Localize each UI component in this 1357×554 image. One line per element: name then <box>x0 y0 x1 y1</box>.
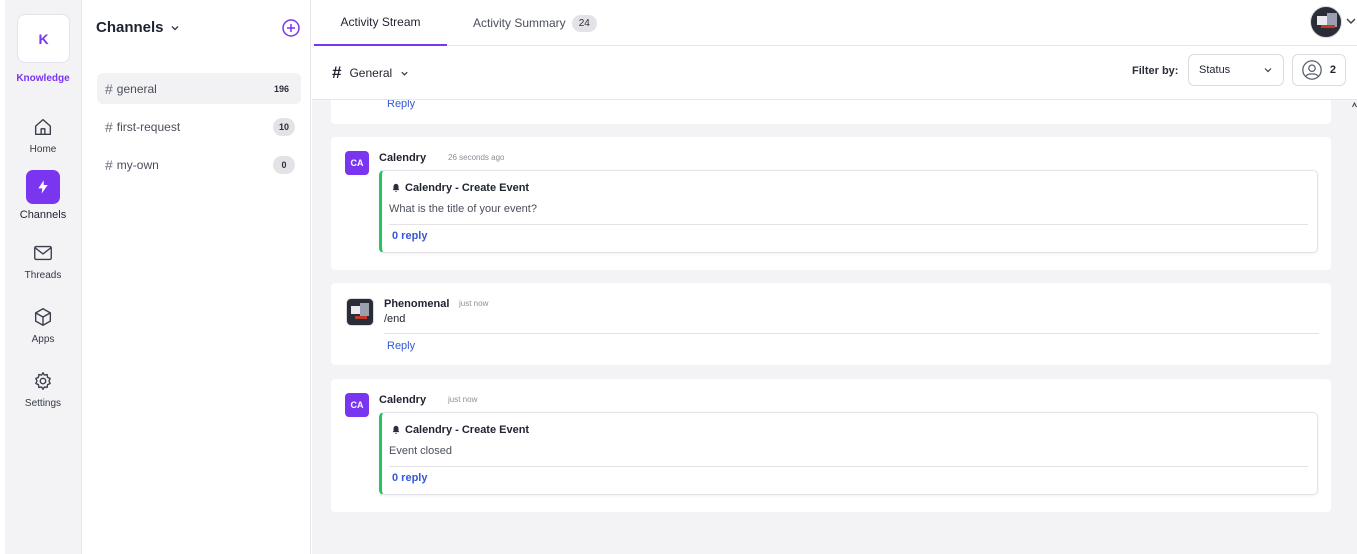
event-card-title: Calendry - Create Event <box>405 182 530 194</box>
app-avatar: CA <box>345 393 369 417</box>
message-card: Reply <box>331 100 1331 124</box>
rail-label-settings: Settings <box>24 398 62 409</box>
reply-count-link[interactable]: 0 reply <box>392 230 427 242</box>
message-timestamp: just now <box>448 395 478 404</box>
rail-label-apps: Apps <box>31 334 55 345</box>
main-content: Activity Stream Activity Summary 24 # Ge… <box>312 0 1357 554</box>
rail-label-threads: Threads <box>24 270 62 281</box>
workspace-name: Knowledge <box>16 73 70 84</box>
app-window: K Knowledge Home Channels Threads Apps S… <box>0 0 1357 554</box>
channel-name: general <box>116 81 157 96</box>
rail-item-apps[interactable]: Apps <box>5 306 81 345</box>
bell-icon <box>392 183 400 192</box>
channels-active-indicator <box>26 170 60 204</box>
app-avatar: CA <box>345 151 369 175</box>
message-author[interactable]: Calendry <box>379 394 426 406</box>
event-card: Calendry - Create Event Event closed 0 r… <box>379 412 1318 495</box>
rail-item-threads[interactable]: Threads <box>5 242 81 281</box>
workspace-rail: K Knowledge Home Channels Threads Apps S… <box>5 0 82 554</box>
channel-item-first-request[interactable]: # first-request 10 <box>97 111 301 142</box>
filter-by-label: Filter by: <box>1132 65 1179 77</box>
rail-item-settings[interactable]: Settings <box>5 370 81 409</box>
reply-link[interactable]: Reply <box>387 100 415 110</box>
reply-count-link[interactable]: 0 reply <box>392 472 427 484</box>
user-avatar[interactable] <box>1310 6 1342 38</box>
tab-activity-stream[interactable]: Activity Stream <box>314 0 447 46</box>
channel-count-badge: 10 <box>272 117 295 136</box>
status-filter-value: Status <box>1199 64 1231 76</box>
rail-item-channels[interactable]: Channels <box>5 170 81 221</box>
message-author[interactable]: Calendry <box>379 152 426 164</box>
mail-icon <box>34 245 52 261</box>
bell-icon <box>392 425 400 434</box>
tab-label: Activity Stream <box>340 15 421 29</box>
hash-icon: # <box>105 156 113 173</box>
event-card: Calendry - Create Event What is the titl… <box>379 170 1318 253</box>
tab-bar: Activity Stream Activity Summary 24 <box>312 0 1357 46</box>
channel-name: first-request <box>116 119 181 134</box>
reply-link[interactable]: Reply <box>387 340 415 352</box>
message-timestamp: just now <box>459 299 489 308</box>
tab-label: Activity Summary <box>473 16 566 30</box>
chevron-down-icon[interactable] <box>1345 15 1357 27</box>
message-text: /end <box>384 313 406 325</box>
channels-title: Channels <box>96 19 164 36</box>
channel-name: my-own <box>116 157 159 172</box>
add-channel-icon[interactable] <box>281 18 301 38</box>
divider <box>389 466 1308 467</box>
scroll-up-indicator[interactable] <box>1352 101 1357 109</box>
members-button[interactable]: 2 <box>1292 54 1346 86</box>
rail-label-channels: Channels <box>19 209 67 221</box>
event-card-title-row: Calendry - Create Event <box>391 424 529 436</box>
workspace-logo[interactable]: K <box>17 14 70 63</box>
hash-icon: # <box>105 80 113 97</box>
channel-selector-label: General <box>349 66 393 80</box>
hash-icon: # <box>332 63 342 82</box>
channels-panel: Channels # general 196 # first-request 1… <box>82 0 311 554</box>
channel-selector[interactable]: # General <box>332 63 409 83</box>
divider <box>384 333 1319 334</box>
gear-icon <box>35 372 51 390</box>
tab-activity-summary[interactable]: Activity Summary 24 <box>473 0 597 46</box>
divider <box>389 224 1308 225</box>
event-card-body: Event closed <box>389 445 452 457</box>
channel-item-my-own[interactable]: # my-own 0 <box>97 149 301 180</box>
chevron-down-icon <box>401 71 408 76</box>
event-card-title: Calendry - Create Event <box>405 424 530 436</box>
message-author[interactable]: Phenomenal <box>384 298 449 310</box>
activity-stream: Reply CA Calendry 26 seconds ago Calendr… <box>331 100 1331 554</box>
event-card-title-row: Calendry - Create Event <box>391 182 529 194</box>
member-count: 2 <box>1329 64 1336 76</box>
cube-icon <box>34 308 52 326</box>
tab-count-badge: 24 <box>571 14 597 32</box>
chevron-down-icon <box>1264 68 1272 73</box>
message-card: CA Calendry 26 seconds ago Calendry - Cr… <box>331 137 1331 270</box>
channels-header[interactable]: Channels <box>96 19 180 36</box>
message-card: CA Calendry just now Calendry - Create E… <box>331 379 1331 512</box>
hash-icon: # <box>105 118 113 135</box>
chevron-down-icon <box>171 25 179 30</box>
message-card: Phenomenal just now /end Reply <box>331 283 1331 365</box>
user-circle-icon <box>1302 60 1322 80</box>
channel-count-badge: 196 <box>273 83 289 94</box>
bolt-icon <box>38 180 48 194</box>
message-timestamp: 26 seconds ago <box>448 153 505 162</box>
user-avatar[interactable] <box>346 298 374 326</box>
status-filter-select[interactable]: Status <box>1188 54 1284 86</box>
channel-item-general[interactable]: # general 196 <box>97 73 301 104</box>
filter-bar: # General Filter by: Status 2 <box>312 46 1357 100</box>
rail-label-home: Home <box>29 144 57 155</box>
rail-item-home[interactable]: Home <box>5 116 81 155</box>
event-card-body: What is the title of your event? <box>389 203 537 215</box>
home-icon <box>34 118 52 136</box>
channel-count-badge: 0 <box>273 155 295 174</box>
